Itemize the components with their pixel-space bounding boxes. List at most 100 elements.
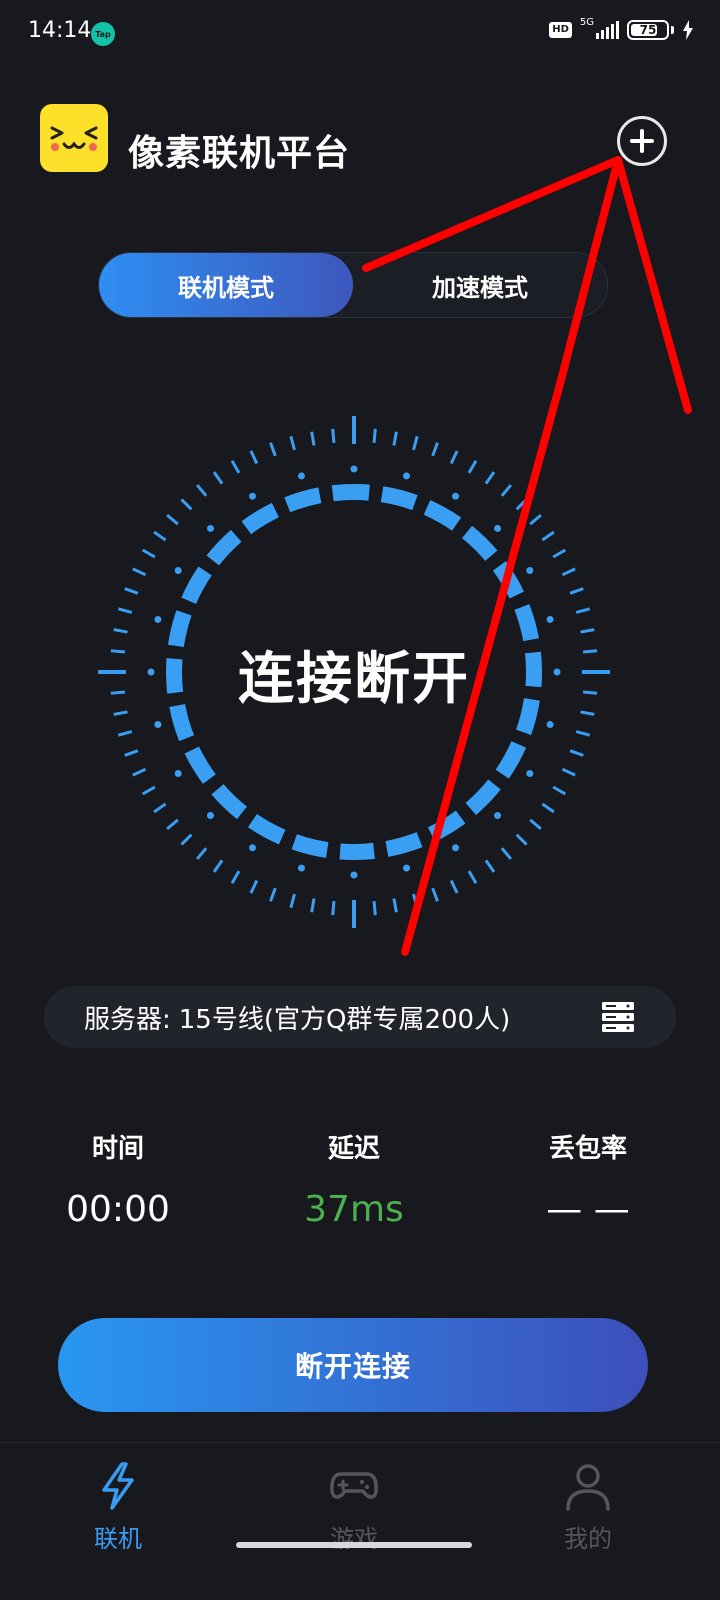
dial-tick (289, 893, 296, 909)
nav-label-games: 游戏 (330, 1525, 378, 1553)
dial-tick (180, 833, 193, 846)
dial-tick (529, 818, 542, 830)
dial-tick (196, 484, 208, 497)
dial-tick (141, 785, 156, 796)
dial-dot (249, 844, 256, 852)
nav-label-profile: 我的 (564, 1525, 612, 1553)
dial-dot (403, 864, 411, 872)
dial-dot (494, 812, 502, 820)
dial-tick (561, 767, 576, 777)
connection-status: 连接断开 (238, 647, 470, 712)
dial-tick (331, 428, 336, 444)
app-logo (40, 104, 108, 172)
dial-dot (174, 567, 182, 574)
dial-dot (249, 492, 256, 500)
dial-dot (546, 721, 554, 729)
dial-tick (561, 567, 576, 577)
dial-tick (484, 471, 496, 485)
dial-tick (269, 887, 277, 902)
dial-tick (113, 628, 128, 634)
dial-tick (117, 730, 133, 737)
signal-icon (596, 21, 619, 39)
dial-tick (331, 900, 336, 916)
dial-tick (515, 833, 528, 846)
dial-tick (467, 459, 478, 474)
dial-tick (196, 847, 208, 860)
dial-tick (153, 802, 167, 814)
dial-dot (452, 492, 459, 500)
dial-tick (310, 898, 316, 913)
hd-icon: HD (549, 22, 572, 38)
nav-item-profile[interactable]: 我的 (518, 1461, 658, 1554)
dial-tick (230, 870, 241, 885)
charging-icon (683, 20, 693, 40)
battery-tip (671, 26, 674, 34)
stat-time-label: 时间 (91, 1134, 144, 1164)
dial-tick (449, 450, 459, 465)
dial-tick (431, 887, 439, 902)
bottom-nav: 联机 游戏 我的 (0, 1442, 720, 1600)
dial-tick (392, 898, 398, 913)
dial-tick (484, 859, 496, 873)
dial-tick (212, 859, 224, 873)
dial-tick (431, 442, 439, 457)
nav-item-online[interactable]: 联机 (48, 1461, 188, 1554)
user-icon (566, 1464, 610, 1511)
dial-dot (494, 524, 502, 532)
dial-tick (372, 428, 377, 444)
dial-dot (206, 812, 214, 820)
dial-tick (153, 530, 167, 542)
dial-tick (392, 431, 398, 446)
nav-item-games[interactable]: 游戏 (284, 1461, 424, 1554)
dial-tick (515, 498, 528, 511)
stat-packet-loss-label: 丢包率 (548, 1134, 627, 1164)
lightning-icon (102, 1462, 134, 1510)
smiley-logo-icon (50, 126, 98, 151)
plus-icon (630, 129, 654, 153)
dial-tick (269, 442, 277, 457)
add-button[interactable] (617, 116, 667, 166)
stat-time: 时间 00:00 (18, 1128, 218, 1230)
dial-tick (180, 498, 193, 511)
nav-label-online: 联机 (94, 1525, 142, 1553)
status-bar: 14:14 Tap HD 5G 75 (0, 0, 720, 68)
dial-tick (166, 514, 179, 526)
server-name: 15号线(官方Q群专属200人) (178, 1004, 511, 1035)
stat-packet-loss-value: — — (546, 1189, 630, 1230)
status-time: 14:14 (28, 18, 92, 43)
server-selector[interactable]: 服务器: 15号线(官方Q群专属200人) (44, 986, 676, 1048)
dial-tick (541, 802, 555, 814)
tab-boost-mode[interactable]: 加速模式 (353, 253, 607, 317)
stat-packet-loss: 丢包率 — — (488, 1128, 688, 1230)
dial-tick (249, 879, 259, 894)
dial-tick (500, 484, 512, 497)
dial-tick (500, 847, 512, 860)
dial-dot (154, 615, 162, 623)
dial-dot (154, 721, 162, 729)
dial-tick (529, 514, 542, 526)
mode-toggle: 联机模式 加速模式 (98, 252, 608, 318)
battery-percent: 75 (639, 23, 657, 37)
annotation-line-2 (614, 156, 692, 414)
server-list-icon[interactable] (600, 999, 636, 1035)
stat-latency-label: 延迟 (327, 1134, 380, 1164)
disconnect-button[interactable]: 断开连接 (58, 1318, 648, 1412)
app-title: 像素联机平台 (128, 133, 351, 174)
gamepad-icon (330, 1472, 378, 1499)
home-indicator[interactable] (236, 1542, 472, 1548)
dial-tick (412, 435, 419, 451)
dial-dot (350, 465, 358, 473)
dial-dot (350, 871, 358, 879)
dial-tick (552, 785, 567, 796)
status-indicators: HD 5G 75 (549, 17, 694, 40)
dial-dot (526, 770, 534, 777)
dial-tick (230, 459, 241, 474)
dial-tick (569, 587, 584, 595)
tab-online-mode[interactable]: 联机模式 (99, 253, 353, 317)
dial-tick (132, 567, 147, 577)
dial-dot (297, 472, 305, 480)
tap-app-icon: Tap (91, 22, 115, 46)
stat-latency: 延迟 37ms (254, 1128, 454, 1230)
dial-dot (546, 615, 554, 623)
dial-tick (132, 767, 147, 777)
